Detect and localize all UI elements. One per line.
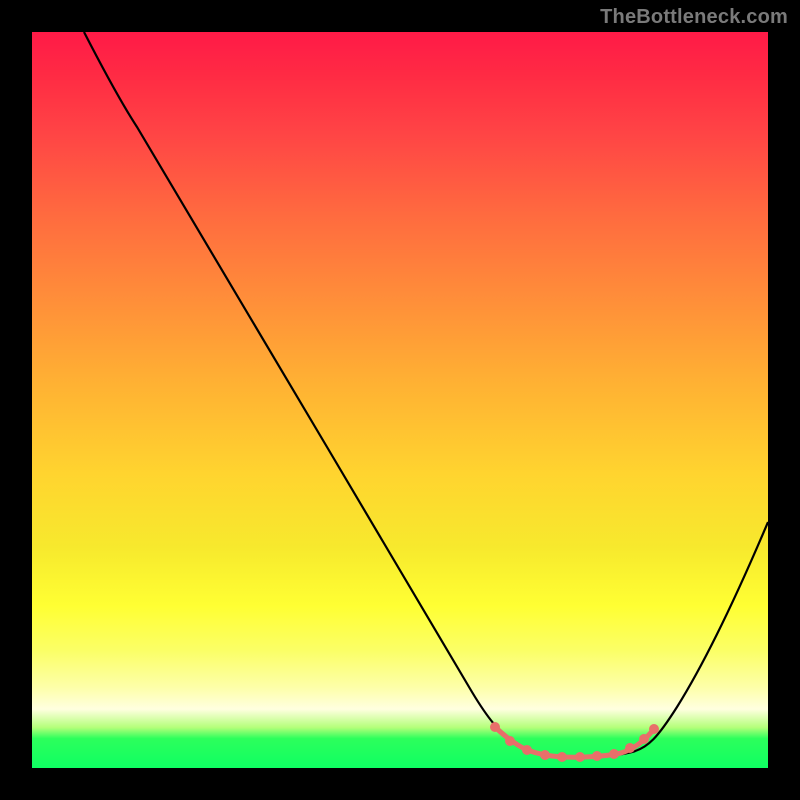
chart-frame: TheBottleneck.com — [0, 0, 800, 800]
bottleneck-curve — [84, 32, 768, 757]
watermark-text: TheBottleneck.com — [600, 6, 788, 29]
plot-area — [32, 32, 768, 768]
chart-svg — [32, 32, 768, 768]
